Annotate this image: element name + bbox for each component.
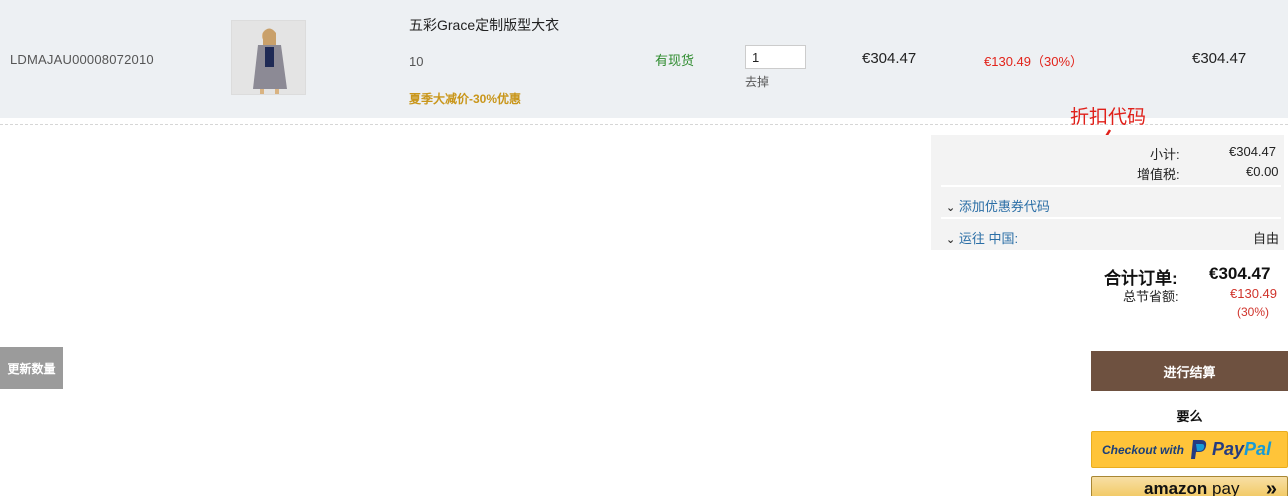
double-chevron-right-icon: » xyxy=(1265,478,1277,496)
product-photo-icon xyxy=(232,21,305,94)
checkout-button[interactable]: 进行结算 xyxy=(1091,351,1288,391)
subtotal-value: €304.47 xyxy=(1229,144,1276,159)
paypal-logo-pal: Pal xyxy=(1244,439,1272,459)
amazon-logo-text: amazon xyxy=(1144,479,1208,496)
amazon-pay-button[interactable]: amazon pay » xyxy=(1091,476,1288,496)
vat-value: €0.00 xyxy=(1246,164,1279,179)
savings-value: €130.49 xyxy=(1230,286,1277,301)
or-separator: 要么 xyxy=(1176,409,1203,424)
shipping-value: 自由 xyxy=(1253,231,1280,246)
paypal-logo-pay: Pay xyxy=(1212,439,1245,459)
chevron-down-icon: ⌄ xyxy=(946,202,956,214)
paypal-checkout-button[interactable]: Checkout with PayPal xyxy=(1091,431,1288,468)
cart-product-row xyxy=(0,0,1288,118)
product-name[interactable]: 五彩Grace定制版型大衣 xyxy=(409,15,559,35)
coupon-link-label: 添加优惠券代码 xyxy=(958,199,1050,214)
order-total-value: €304.47 xyxy=(1209,264,1271,283)
shipping-label: 运往 中国: xyxy=(958,231,1019,246)
paypal-with-label: Checkout with xyxy=(1102,442,1185,457)
product-size: 10 xyxy=(409,54,424,69)
savings-label: 总节省额: xyxy=(1123,289,1179,304)
product-thumbnail[interactable] xyxy=(231,20,306,95)
summary-divider xyxy=(941,217,1281,219)
paypal-logo-icon xyxy=(1191,439,1207,459)
stock-status: 有现货 xyxy=(655,53,695,68)
chevron-down-icon: ⌄ xyxy=(946,234,956,246)
remove-link[interactable]: 去掉 xyxy=(745,73,769,90)
unit-price: €304.47 xyxy=(862,50,917,67)
coupon-toggle[interactable]: ⌄ 添加优惠券代码 xyxy=(946,196,1050,215)
paypal-logo: PayPal xyxy=(1212,439,1271,460)
shipping-toggle[interactable]: ⌄ 运往 中国: xyxy=(946,228,1018,247)
update-quantity-button[interactable]: 更新数量 xyxy=(0,347,63,389)
amazon-pay-logo: amazon pay xyxy=(1144,479,1239,496)
subtotal-label: 小计: xyxy=(1150,147,1180,162)
summary-divider xyxy=(941,185,1281,187)
amazon-pay-text: pay xyxy=(1212,479,1240,496)
quantity-input[interactable] xyxy=(745,45,806,69)
product-sku: LDMAJAU00008072010 xyxy=(10,52,154,67)
product-promo: 夏季大减价-30%优惠 xyxy=(409,92,522,106)
discount-amount: €130.49（30%） xyxy=(984,54,1084,69)
savings-percent: (30%) xyxy=(1237,305,1270,319)
vat-label: 增值税: xyxy=(1137,167,1180,182)
line-total: €304.47 xyxy=(1192,50,1247,67)
